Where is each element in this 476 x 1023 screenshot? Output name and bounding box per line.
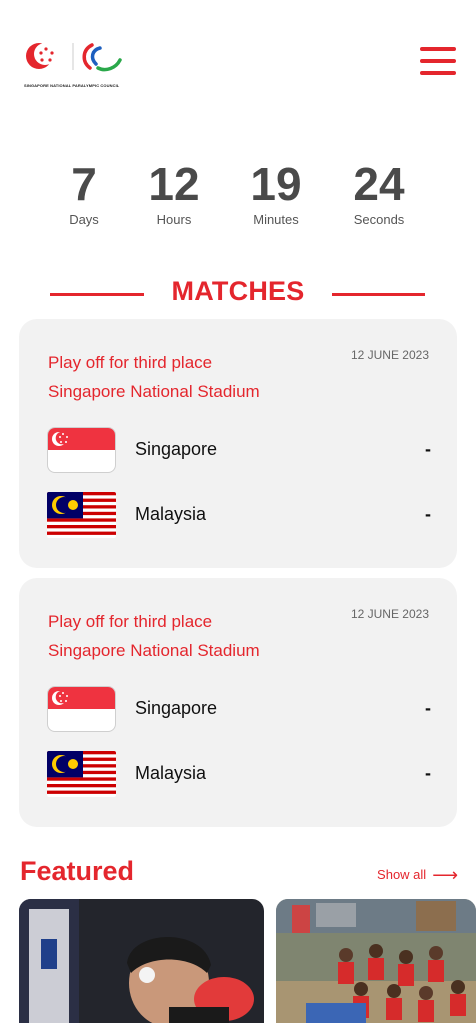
malaysia-flag-icon bbox=[47, 751, 116, 797]
countdown-days-value: 7 bbox=[71, 158, 97, 210]
countdown-seconds-label: Seconds bbox=[353, 212, 405, 227]
matches-heading: MATCHES bbox=[0, 276, 476, 312]
countdown-seconds-value: 24 bbox=[353, 158, 405, 210]
match-round: Play off for third place bbox=[48, 612, 213, 631]
team-row: Malaysia - bbox=[47, 492, 431, 538]
match-venue: Singapore National Stadium bbox=[48, 382, 260, 401]
match-card[interactable]: Play off for third place Singapore Natio… bbox=[19, 578, 457, 827]
logo-caption: SINGAPORE NATIONAL PARALYMPIC COUNCIL bbox=[24, 83, 120, 88]
featured-header: Featured Show all ⟶ bbox=[0, 856, 476, 896]
malaysia-flag-icon bbox=[47, 492, 116, 538]
countdown-timer: 7 Days 12 Hours 19 Minutes 24 Seconds bbox=[0, 158, 476, 238]
logo-icon bbox=[26, 43, 122, 72]
featured-image bbox=[276, 899, 476, 1023]
team-name: Singapore bbox=[135, 439, 218, 459]
hamburger-menu-icon[interactable] bbox=[420, 47, 457, 79]
countdown-days: 7 Days bbox=[34, 158, 134, 227]
match-info: Play off for third place Singapore Natio… bbox=[48, 607, 260, 665]
matches-title: MATCHES bbox=[171, 276, 305, 306]
match-card[interactable]: Play off for third place Singapore Natio… bbox=[19, 319, 457, 568]
countdown-hours-value: 12 bbox=[148, 158, 200, 210]
team-score: - bbox=[425, 439, 431, 459]
match-round: Play off for third place bbox=[48, 353, 213, 372]
match-venue: Singapore National Stadium bbox=[48, 641, 260, 660]
menu-bar bbox=[420, 47, 456, 51]
countdown-days-label: Days bbox=[69, 212, 99, 227]
logo[interactable]: SINGAPORE NATIONAL PARALYMPIC COUNCIL bbox=[24, 40, 134, 90]
team-name: Singapore bbox=[135, 698, 218, 718]
show-all-label: Show all bbox=[377, 867, 427, 882]
countdown-hours: 12 Hours bbox=[124, 158, 224, 227]
team-name: Malaysia bbox=[135, 763, 207, 783]
singapore-flag-icon bbox=[47, 427, 116, 473]
team-name: Malaysia bbox=[135, 504, 207, 524]
featured-card[interactable] bbox=[19, 899, 264, 1023]
menu-bar bbox=[420, 71, 456, 75]
countdown-minutes: 19 Minutes bbox=[226, 158, 326, 227]
team-row: Singapore - bbox=[47, 427, 431, 473]
featured-title: Featured bbox=[20, 856, 135, 886]
featured-image bbox=[19, 899, 264, 1023]
team-row: Malaysia - bbox=[47, 751, 431, 797]
team-row: Singapore - bbox=[47, 686, 431, 732]
team-score: - bbox=[425, 763, 431, 783]
countdown-hours-label: Hours bbox=[156, 212, 192, 227]
featured-card[interactable] bbox=[276, 899, 476, 1023]
header: SINGAPORE NATIONAL PARALYMPIC COUNCIL bbox=[0, 0, 476, 130]
show-all-link[interactable]: Show all ⟶ bbox=[377, 865, 458, 886]
arrow-right-icon: ⟶ bbox=[432, 865, 458, 885]
singapore-flag-icon bbox=[47, 686, 116, 732]
heading-divider-right bbox=[332, 293, 425, 296]
match-info: Play off for third place Singapore Natio… bbox=[48, 348, 260, 406]
match-date: 12 JUNE 2023 bbox=[350, 348, 429, 362]
countdown-minutes-value: 19 bbox=[250, 158, 302, 210]
menu-bar bbox=[420, 59, 456, 63]
match-date: 12 JUNE 2023 bbox=[350, 607, 429, 621]
team-score: - bbox=[425, 504, 431, 524]
team-score: - bbox=[425, 698, 431, 718]
countdown-minutes-label: Minutes bbox=[253, 212, 299, 227]
countdown-seconds: 24 Seconds bbox=[329, 158, 429, 227]
